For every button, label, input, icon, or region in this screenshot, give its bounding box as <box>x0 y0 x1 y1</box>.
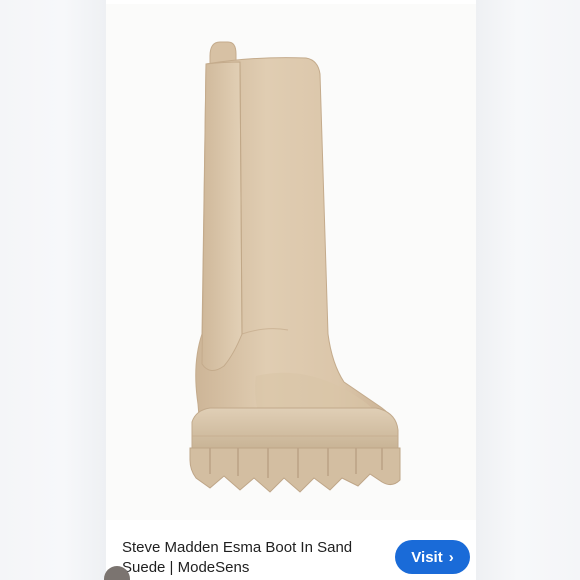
boot-illustration <box>189 41 401 493</box>
product-image[interactable] <box>106 4 476 520</box>
blurred-background-left <box>0 0 106 580</box>
screen: Steve Madden Esma Boot In Sand Suede | M… <box>0 0 580 580</box>
product-title[interactable]: Steve Madden Esma Boot In Sand Suede | M… <box>122 538 382 578</box>
blurred-background-right <box>476 0 580 580</box>
caption-bar: Steve Madden Esma Boot In Sand Suede | M… <box>106 528 476 580</box>
visit-button[interactable]: Visit › <box>395 540 470 574</box>
visit-label: Visit <box>411 548 443 566</box>
chevron-right-icon: › <box>448 548 454 566</box>
product-card[interactable]: Steve Madden Esma Boot In Sand Suede | M… <box>106 0 476 580</box>
